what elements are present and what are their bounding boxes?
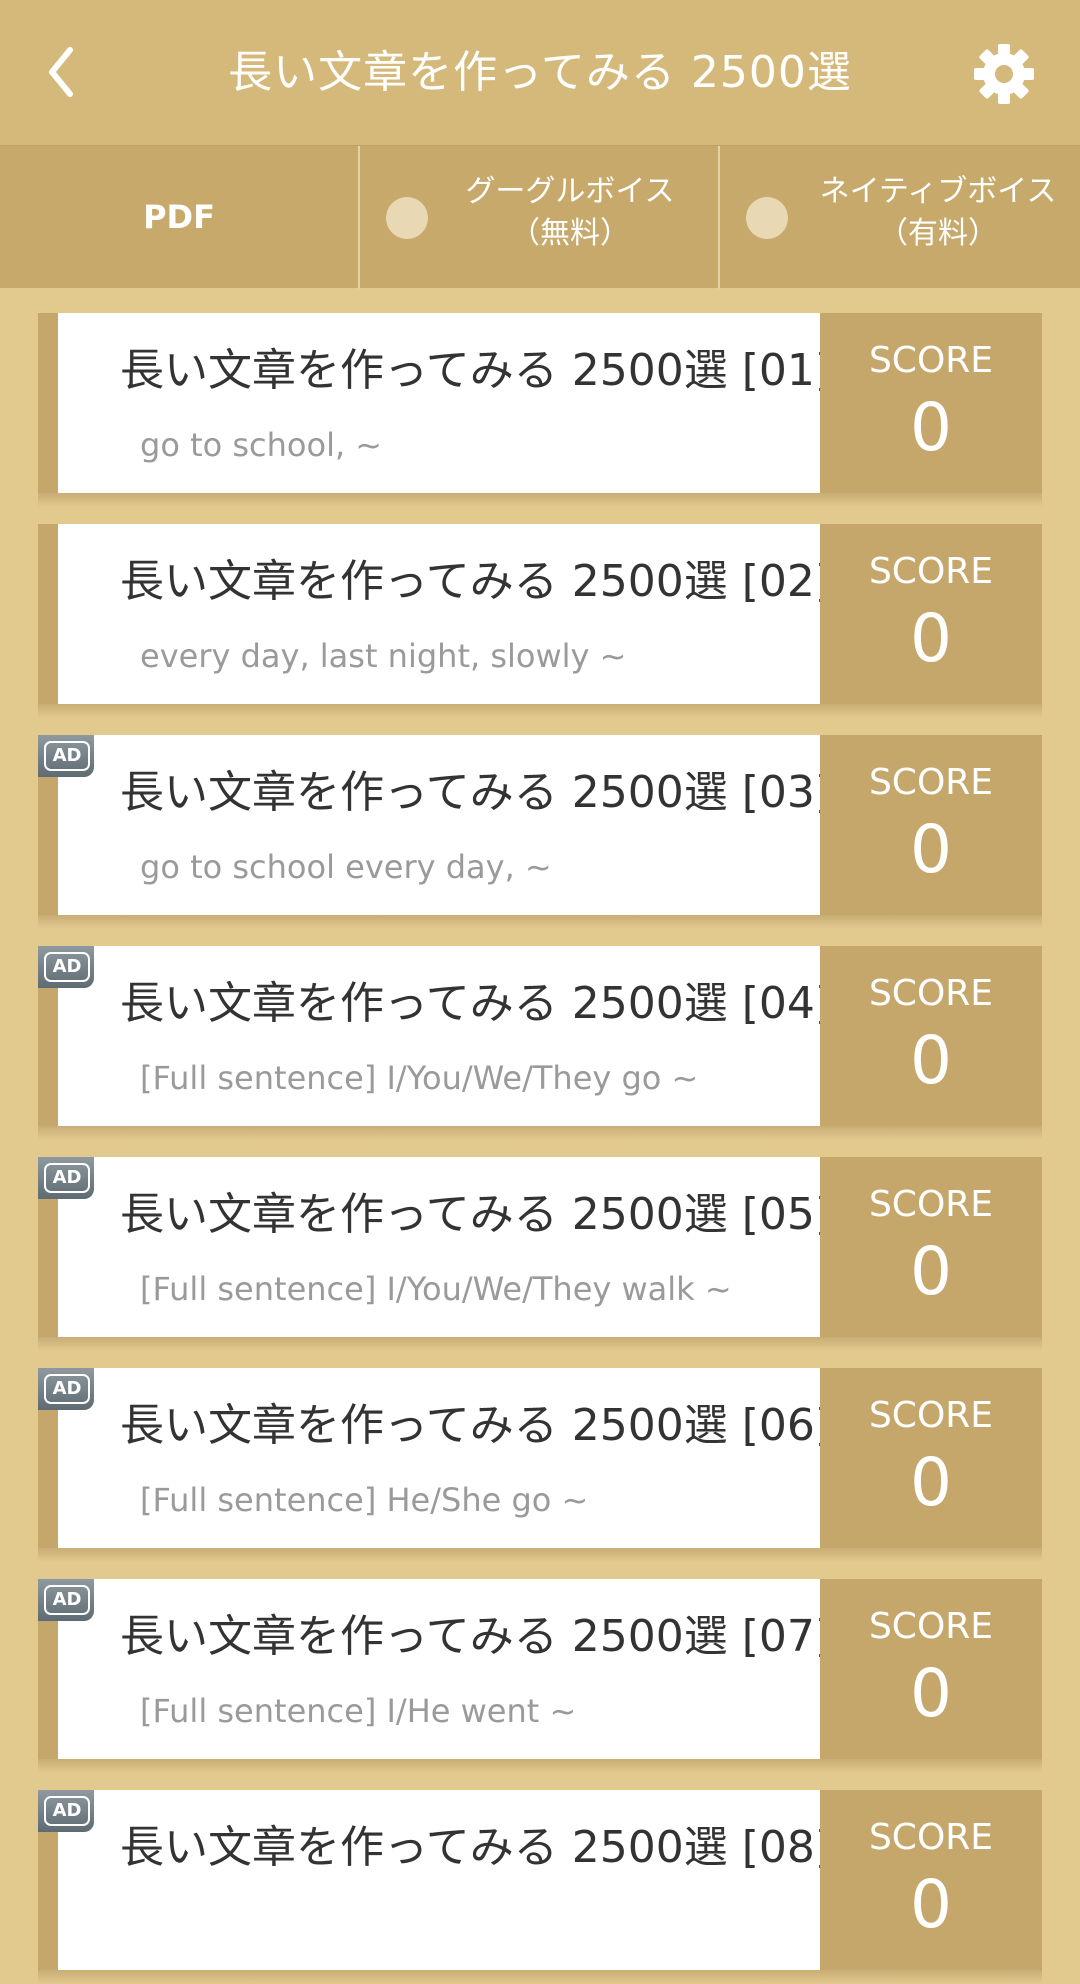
row-shadow xyxy=(38,1126,1042,1140)
google-voice-label-line2: （無料） xyxy=(510,216,630,251)
row-shadow xyxy=(38,1970,1042,1984)
lesson-row[interactable]: 長い文章を作ってみる 2500選 [03] go to school every … xyxy=(38,735,1042,929)
ad-badge-label: AD xyxy=(44,1374,90,1404)
lesson-subtitle: [Full sentence] I/You/We/They walk ~ xyxy=(140,1270,732,1308)
chevron-left-icon xyxy=(49,47,73,97)
score-label: SCORE xyxy=(868,1184,994,1225)
score-box: SCORE 0 xyxy=(820,946,1042,1126)
score-label: SCORE xyxy=(868,762,994,803)
ad-badge-icon: AD xyxy=(38,1579,94,1621)
native-voice-label-line1: ネイティブボイス xyxy=(819,174,1057,209)
google-voice-label: グーグルボイス （無料） xyxy=(440,171,700,255)
lesson-row[interactable]: 長い文章を作ってみる 2500選 [01] go to school, ~ SCOR… xyxy=(38,313,1042,507)
app-header: 長い文章を作ってみる 2500選 xyxy=(0,0,1080,145)
lesson-title: 長い文章を作ってみる 2500選 [08] xyxy=(120,1822,833,1873)
lesson-row[interactable]: 長い文章を作ってみる 2500選 [05] [Full sentence] I/Y… xyxy=(38,1157,1042,1351)
score-value: 0 xyxy=(910,1444,952,1521)
pdf-button[interactable]: PDF xyxy=(0,146,358,289)
settings-button[interactable] xyxy=(970,40,1038,108)
lesson-title: 長い文章を作ってみる 2500選 [03] xyxy=(120,767,833,818)
ad-badge-icon: AD xyxy=(38,1368,94,1410)
ad-badge-label: AD xyxy=(44,1796,90,1826)
lesson-title: 長い文章を作ってみる 2500選 [04] xyxy=(120,978,833,1029)
score-label: SCORE xyxy=(868,973,994,1014)
score-box: SCORE 0 xyxy=(820,1790,1042,1970)
lesson-card[interactable]: 長い文章を作ってみる 2500選 [08] xyxy=(58,1790,858,1970)
row-shadow xyxy=(38,1337,1042,1351)
google-voice-radio[interactable] xyxy=(386,197,428,239)
ad-badge-label: AD xyxy=(44,741,90,771)
lesson-subtitle: every day, last night, slowly ~ xyxy=(140,637,627,675)
lesson-subtitle: go to school, ~ xyxy=(140,426,383,464)
row-shadow xyxy=(38,1759,1042,1773)
score-value: 0 xyxy=(910,389,952,466)
score-label: SCORE xyxy=(868,340,994,381)
score-label: SCORE xyxy=(868,1817,994,1858)
score-value: 0 xyxy=(910,600,952,677)
ad-badge-label: AD xyxy=(44,1585,90,1615)
row-shadow xyxy=(38,915,1042,929)
ad-badge-label: AD xyxy=(44,1163,90,1193)
lesson-card[interactable]: 長い文章を作ってみる 2500選 [03] go to school every … xyxy=(58,735,858,915)
lesson-row[interactable]: 長い文章を作ってみる 2500選 [02] every day, last nig… xyxy=(38,524,1042,718)
voice-tab-bar: PDF グーグルボイス （無料） ネイティブボイス （有料） xyxy=(0,145,1080,289)
lesson-title: 長い文章を作ってみる 2500選 [06] xyxy=(120,1400,833,1451)
row-accent-stripe xyxy=(38,524,58,704)
ad-badge-icon: AD xyxy=(38,735,94,777)
score-value: 0 xyxy=(910,1022,952,1099)
score-label: SCORE xyxy=(868,551,994,592)
native-voice-label-line2: （有料） xyxy=(878,216,998,251)
score-box: SCORE 0 xyxy=(820,735,1042,915)
lesson-card[interactable]: 長い文章を作ってみる 2500選 [05] [Full sentence] I/Y… xyxy=(58,1157,858,1337)
score-value: 0 xyxy=(910,1233,952,1310)
native-voice-radio[interactable] xyxy=(746,197,788,239)
lesson-card[interactable]: 長い文章を作ってみる 2500選 [07] [Full sentence] I/H… xyxy=(58,1579,858,1759)
ad-badge-icon: AD xyxy=(38,1790,94,1832)
google-voice-label-line1: グーグルボイス xyxy=(465,174,675,209)
score-label: SCORE xyxy=(868,1395,994,1436)
lesson-title: 長い文章を作ってみる 2500選 [07] xyxy=(120,1611,833,1662)
back-button[interactable] xyxy=(30,35,100,110)
ad-badge-label: AD xyxy=(44,952,90,982)
lesson-subtitle: [Full sentence] I/You/We/They go ~ xyxy=(140,1059,699,1097)
native-voice-option[interactable]: ネイティブボイス （有料） xyxy=(720,146,1080,289)
score-box: SCORE 0 xyxy=(820,1157,1042,1337)
lesson-row[interactable]: 長い文章を作ってみる 2500選 [04] [Full sentence] I/Y… xyxy=(38,946,1042,1140)
lesson-title: 長い文章を作ってみる 2500選 [01] xyxy=(120,345,833,396)
lesson-row[interactable]: 長い文章を作ってみる 2500選 [08] SCORE 0 AD xyxy=(38,1790,1042,1984)
score-value: 0 xyxy=(910,1655,952,1732)
gear-icon xyxy=(974,44,1034,104)
lesson-card[interactable]: 長い文章を作ってみる 2500選 [06] [Full sentence] He/… xyxy=(58,1368,858,1548)
row-shadow xyxy=(38,704,1042,718)
lesson-card[interactable]: 長い文章を作ってみる 2500選 [02] every day, last nig… xyxy=(58,524,858,704)
row-shadow xyxy=(38,493,1042,507)
ad-badge-icon: AD xyxy=(38,1157,94,1199)
score-box: SCORE 0 xyxy=(820,524,1042,704)
lesson-title: 長い文章を作ってみる 2500選 [02] xyxy=(120,556,833,607)
lesson-subtitle: [Full sentence] I/He went ~ xyxy=(140,1692,577,1730)
lesson-subtitle: [Full sentence] He/She go ~ xyxy=(140,1481,589,1519)
native-voice-label: ネイティブボイス （有料） xyxy=(798,171,1078,255)
lesson-row[interactable]: 長い文章を作ってみる 2500選 [06] [Full sentence] He/… xyxy=(38,1368,1042,1562)
google-voice-option[interactable]: グーグルボイス （無料） xyxy=(360,146,718,289)
ad-badge-icon: AD xyxy=(38,946,94,988)
page-title: 長い文章を作ってみる 2500選 xyxy=(228,47,852,98)
row-shadow xyxy=(38,1548,1042,1562)
score-box: SCORE 0 xyxy=(820,1368,1042,1548)
lesson-subtitle: go to school every day, ~ xyxy=(140,848,552,886)
lesson-card[interactable]: 長い文章を作ってみる 2500選 [01] go to school, ~ xyxy=(58,313,858,493)
lesson-title: 長い文章を作ってみる 2500選 [05] xyxy=(120,1189,833,1240)
lesson-row[interactable]: 長い文章を作ってみる 2500選 [07] [Full sentence] I/H… xyxy=(38,1579,1042,1773)
row-accent-stripe xyxy=(38,313,58,493)
score-value: 0 xyxy=(910,811,952,888)
lesson-card[interactable]: 長い文章を作ってみる 2500選 [04] [Full sentence] I/Y… xyxy=(58,946,858,1126)
score-box: SCORE 0 xyxy=(820,1579,1042,1759)
score-value: 0 xyxy=(910,1866,952,1943)
score-label: SCORE xyxy=(868,1606,994,1647)
score-box: SCORE 0 xyxy=(820,313,1042,493)
